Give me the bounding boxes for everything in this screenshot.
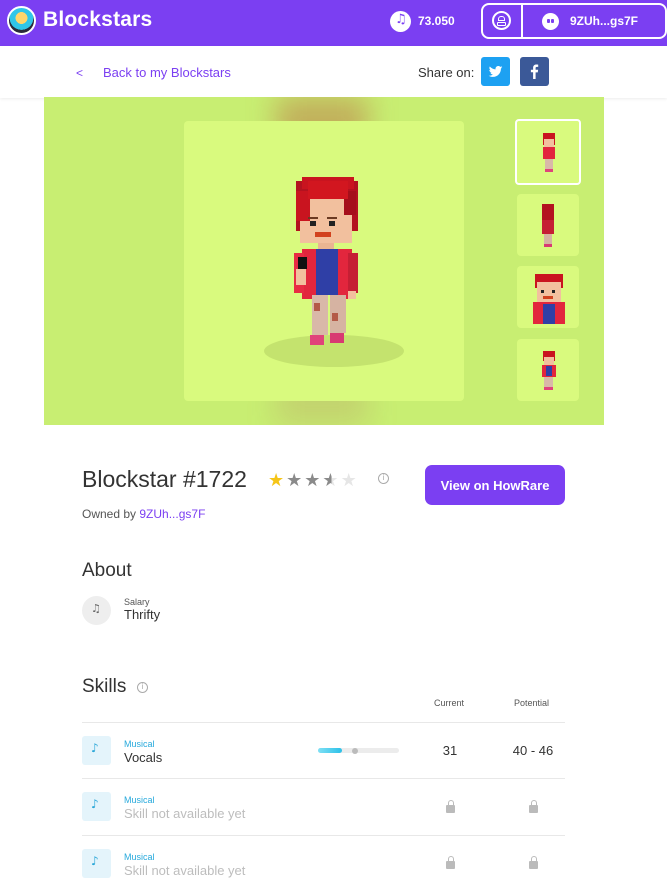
share-facebook-button[interactable] [520,57,549,86]
blockstar-title: Blockstar #1722 [82,466,247,492]
brand-logo-text[interactable]: Blockstars [43,8,152,32]
star-icon: ★ [340,470,359,491]
current-column-header: Current [434,698,465,708]
skill-category: Musical [124,795,155,805]
owned-by-label: Owned by [82,507,137,521]
skill-progress-bar [318,747,399,754]
skills-info-icon[interactable]: i [137,682,148,693]
back-to-my-blockstars-link[interactable]: Back to my Blockstars [103,65,231,80]
share-label: Share on: [418,65,475,80]
main-blockstar-image[interactable] [184,121,464,401]
wallet-button[interactable]: 9ZUh...gs7F [523,5,667,37]
lock-icon [446,856,455,869]
skill-progress-marker [352,747,358,754]
music-note-icon: ♪ [82,736,111,765]
thumbnail-angle-view [542,351,556,390]
row-divider [82,778,565,779]
view-on-howrare-button[interactable]: View on HowRare [425,465,565,505]
skill-name: Vocals [124,750,163,765]
star-icon: ★ [286,470,305,491]
music-note-icon: ♫ [390,11,411,32]
potential-column-header: Potential [514,698,550,708]
star-half-icon: ★ [322,470,341,491]
lock-icon [529,856,538,869]
owner-address-link[interactable]: 9ZUh...gs7F [139,507,205,521]
skill-category: Musical [124,739,155,749]
sub-header: < Back to my Blockstars Share on: [0,46,667,98]
row-divider [82,722,565,723]
skill-progress-fill [318,748,342,753]
skill-name-unavailable: Skill not available yet [124,863,246,878]
row-divider [82,835,565,836]
profile-icon [492,11,511,30]
image-gallery [44,97,604,425]
wallet-address: 9ZUh...gs7F [570,14,639,28]
chevron-left-icon[interactable]: < [76,66,83,80]
skills-heading: Skills [82,676,127,697]
blockstar-character-illustration [264,177,404,367]
star-icon: ★ [304,470,323,491]
star-rating: ★★★★★ [268,470,359,491]
lock-icon [529,800,538,813]
ghost-wallet-icon [542,13,559,30]
token-balance: 73.050 [418,14,455,28]
skill-current-value: 31 [442,743,458,758]
thumbnail-closeup-view [533,274,565,324]
skill-category: Musical [124,852,155,862]
twitter-icon [488,66,503,77]
account-controls: 9ZUh...gs7F [481,3,667,39]
skill-potential-range: 40 - 46 [512,743,554,758]
brand-avatar-icon[interactable] [7,6,36,35]
facebook-icon [530,64,539,79]
music-note-icon: ♪ [82,792,111,821]
profile-button[interactable] [483,5,521,37]
salary-label: Salary [124,597,150,607]
gallery-thumbnail-3[interactable] [517,266,579,328]
salary-value: Thrifty [124,607,161,622]
gallery-thumbnail-4[interactable] [517,339,579,401]
gallery-thumbnail-2[interactable] [517,194,579,256]
thumbnail-back-view [542,204,554,247]
music-note-icon: ♪ [82,849,111,878]
about-heading: About [82,560,132,581]
owned-by-line: Owned by 9ZUh...gs7F [82,507,205,521]
lock-icon [446,800,455,813]
skill-name-unavailable: Skill not available yet [124,806,246,821]
star-icon: ★ [268,470,287,491]
share-twitter-button[interactable] [481,57,510,86]
rating-info-icon[interactable]: i [378,473,389,484]
top-navigation-bar: Blockstars ♫ 73.050 9ZUh...gs7F [0,0,667,46]
thumbnail-front-view [543,133,555,172]
salary-icon: ♫ [82,596,111,625]
gallery-thumbnail-1[interactable] [515,119,581,185]
